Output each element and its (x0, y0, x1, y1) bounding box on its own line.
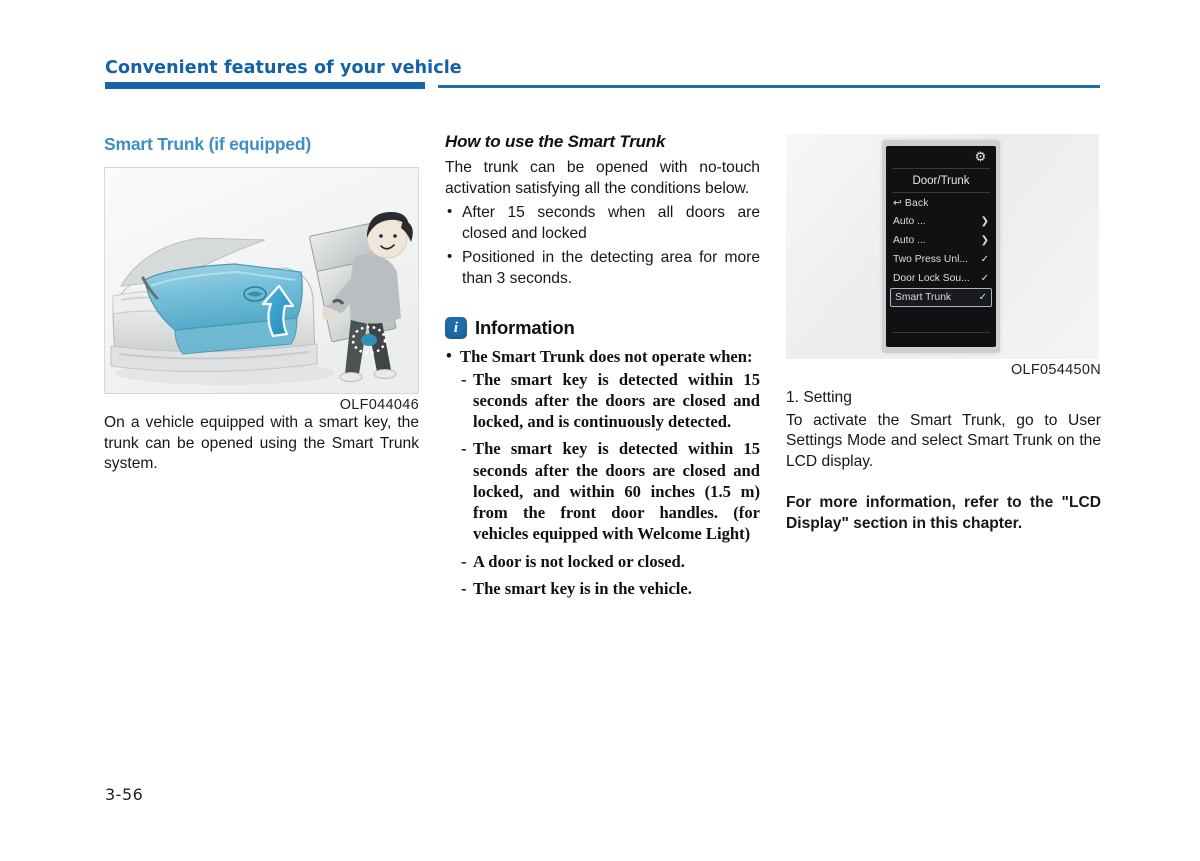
how-to-use-intro: The trunk can be opened with no-touch ac… (445, 159, 760, 197)
list-item: Positioned in the detecting area for mor… (445, 247, 760, 289)
lcd-figure: ⚙ Door/Trunk ↩ Back Auto ... ❯ Auto ... … (786, 134, 1101, 378)
right-column: ⚙ Door/Trunk ↩ Back Auto ... ❯ Auto ... … (786, 100, 1101, 534)
conditions-list: After 15 seconds when all doors are clos… (445, 202, 760, 289)
lcd-menu-item-auto-2[interactable]: Auto ... ❯ (886, 231, 996, 250)
trunk-illustration-figure: OLF044046 (104, 167, 419, 413)
lcd-menu-title: Door/Trunk (892, 169, 990, 193)
left-column: Smart Trunk (if equipped) OLF044046 On a… (104, 100, 419, 475)
menu-item-label: Two Press Unl... (893, 254, 968, 265)
subhead-how-to-use: How to use the Smart Trunk (445, 132, 666, 151)
lcd-menu-item-back[interactable]: ↩ Back (886, 193, 996, 212)
lcd-status-bar: ⚙ (892, 146, 990, 169)
step-text: To activate the Smart Trunk, go to User … (786, 411, 1101, 471)
list-item: A door is not locked or closed. (459, 551, 760, 572)
header-rule-thick (105, 82, 425, 89)
lcd-menu-item-smart-trunk[interactable]: Smart Trunk ✓ (890, 288, 992, 307)
lcd-bezel: ⚙ Door/Trunk ↩ Back Auto ... ❯ Auto ... … (882, 140, 1000, 353)
checkbox-checked-icon[interactable]: ✓ (979, 292, 987, 303)
list-item: The Smart Trunk does not operate when: (445, 345, 760, 367)
back-row-label: ↩ Back (893, 197, 989, 209)
lcd-screen: ⚙ Door/Trunk ↩ Back Auto ... ❯ Auto ... … (886, 146, 996, 347)
trunk-illustration-svg (105, 168, 418, 393)
middle-column: How to use the Smart Trunk The trunk can… (445, 100, 760, 605)
menu-item-label: Auto ... (893, 235, 926, 246)
page-number: 3-56 (105, 785, 144, 804)
list-item: The smart key is detected within 15 seco… (459, 438, 760, 544)
left-column-paragraph: On a vehicle equipped with a smart key, … (104, 414, 419, 473)
lcd-menu-item-two-press-unlock[interactable]: Two Press Unl... ✓ (886, 250, 996, 269)
header-rule-thin (438, 85, 1100, 88)
information-icon: i (445, 317, 467, 340)
information-title: Information (475, 317, 575, 339)
menu-item-label: Auto ... (893, 216, 926, 227)
step-label: 1. Setting (786, 389, 852, 406)
right-figure-caption: OLF054450N (1010, 362, 1101, 378)
list-item: The smart key is in the vehicle. (459, 578, 760, 599)
list-item: After 15 seconds when all doors are clos… (445, 202, 760, 244)
lcd-menu-item-door-lock-sound[interactable]: Door Lock Sou... ✓ (886, 269, 996, 288)
information-sub-list: The smart key is detected within 15 seco… (459, 369, 760, 600)
note-bold: For more information, refer to the "LCD … (786, 493, 1101, 532)
menu-item-label: Door Lock Sou... (893, 273, 970, 284)
trunk-illustration (104, 167, 419, 394)
chapter-title: Convenient features of your vehicle (105, 58, 462, 78)
gear-icon[interactable]: ⚙ (974, 150, 987, 163)
checkbox-checked-icon[interactable]: ✓ (981, 273, 989, 284)
lcd-menu-item-auto-1[interactable]: Auto ... ❯ (886, 212, 996, 231)
information-heading: i Information (445, 317, 760, 340)
lcd-footer-divider (892, 332, 990, 333)
information-lead-list: The Smart Trunk does not operate when: (445, 345, 760, 367)
section-title-smart-trunk: Smart Trunk (if equipped) (104, 134, 311, 154)
page-columns: Smart Trunk (if equipped) OLF044046 On a… (0, 100, 1200, 800)
list-item: The smart key is detected within 15 seco… (459, 369, 760, 433)
lcd-photo: ⚙ Door/Trunk ↩ Back Auto ... ❯ Auto ... … (786, 134, 1099, 359)
back-label: Back (904, 197, 929, 209)
chevron-right-icon: ❯ (980, 235, 989, 246)
checkbox-checked-icon[interactable]: ✓ (981, 254, 989, 265)
chevron-right-icon: ❯ (980, 216, 989, 227)
left-figure-caption: OLF044046 (339, 397, 419, 413)
menu-item-label: Smart Trunk (895, 292, 952, 303)
page-header: Convenient features of your vehicle (0, 0, 1200, 100)
back-arrow-icon: ↩ (893, 197, 902, 209)
